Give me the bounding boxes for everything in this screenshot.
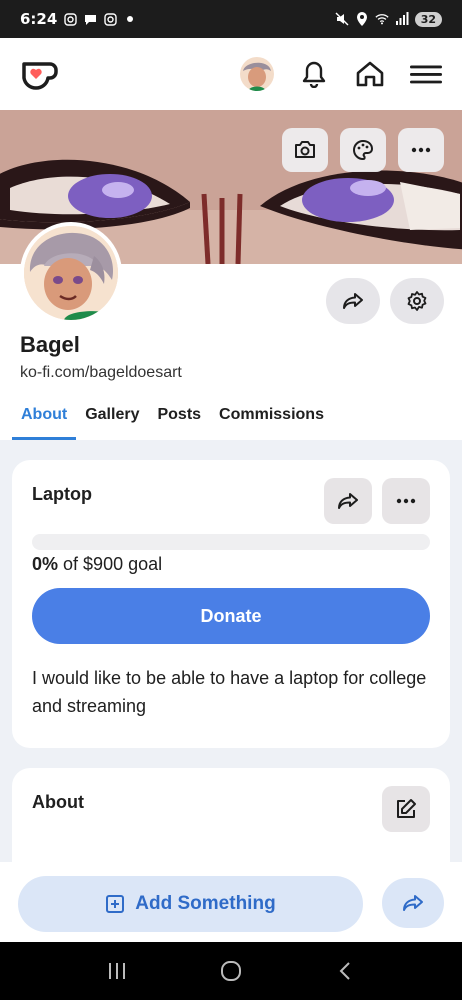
banner-more-button[interactable] <box>398 128 444 172</box>
about-title: About <box>32 792 84 812</box>
share-icon <box>343 293 363 309</box>
goal-more-button[interactable] <box>382 478 430 524</box>
goal-progress-bar <box>32 534 430 550</box>
share-profile-button[interactable] <box>326 278 380 324</box>
bottom-action-bar: Add Something <box>0 862 462 942</box>
tab-gallery[interactable]: Gallery <box>76 398 148 440</box>
goal-percent: 0% <box>32 554 59 574</box>
status-left: 6:24 <box>20 10 137 28</box>
home-icon[interactable] <box>354 58 386 90</box>
more-icon <box>411 147 431 153</box>
more-icon <box>396 498 416 504</box>
back-button[interactable] <box>325 951 365 991</box>
goal-target: of $900 goal <box>63 554 163 574</box>
instagram-icon <box>103 12 117 26</box>
camera-icon <box>295 141 315 158</box>
add-something-button[interactable]: Add Something <box>18 876 363 932</box>
share-goal-button[interactable] <box>324 478 372 524</box>
tab-posts[interactable]: Posts <box>148 398 210 440</box>
banner-actions <box>282 128 444 172</box>
bell-icon[interactable] <box>298 58 330 90</box>
goal-card: Laptop 0% of $900 goal Donate I would li… <box>12 460 450 748</box>
mute-icon <box>335 12 349 26</box>
profile-header: Bagel ko-fi.com/bageldoesart About Galle… <box>0 222 462 440</box>
gear-icon <box>407 291 427 311</box>
profile-avatar[interactable] <box>20 222 122 324</box>
status-bar: 6:24 32 <box>0 0 462 38</box>
palette-button[interactable] <box>340 128 386 172</box>
system-navigation-bar <box>0 942 462 1000</box>
hamburger-menu-icon[interactable] <box>410 58 442 90</box>
recent-apps-button[interactable] <box>97 951 137 991</box>
signal-icon <box>395 12 409 26</box>
chat-icon <box>83 12 97 26</box>
goal-progress-text: 0% of $900 goal <box>32 554 162 575</box>
nav-right <box>240 57 442 91</box>
profile-actions <box>326 278 444 324</box>
home-system-button[interactable] <box>211 951 251 991</box>
top-nav <box>0 38 462 110</box>
palette-icon <box>353 139 374 161</box>
goal-title: Laptop <box>32 484 92 504</box>
location-icon <box>355 12 369 26</box>
camera-button[interactable] <box>282 128 328 172</box>
avatar[interactable] <box>240 57 274 91</box>
share-icon <box>338 493 358 509</box>
kofi-logo-icon[interactable] <box>20 54 60 94</box>
battery-indicator: 32 <box>414 11 442 27</box>
edit-icon <box>397 799 416 818</box>
share-icon <box>403 895 423 911</box>
wifi-icon <box>375 12 389 26</box>
back-chevron-icon <box>339 962 350 980</box>
add-something-label: Add Something <box>135 893 276 914</box>
instagram-icon <box>63 12 77 26</box>
status-right: 32 <box>335 11 442 27</box>
recents-icon <box>109 963 125 979</box>
share-fab-button[interactable] <box>382 878 444 928</box>
goal-description: I would like to be able to have a laptop… <box>32 668 427 716</box>
edit-about-button[interactable] <box>382 786 430 832</box>
settings-button[interactable] <box>390 278 444 324</box>
profile-url[interactable]: ko-fi.com/bageldoesart <box>20 364 182 382</box>
plus-square-icon <box>106 895 125 913</box>
profile-tabs: About Gallery Posts Commissions <box>12 398 333 440</box>
tab-commissions[interactable]: Commissions <box>210 398 333 440</box>
tab-about[interactable]: About <box>12 398 77 440</box>
status-time: 6:24 <box>20 10 58 28</box>
donate-button[interactable]: Donate <box>32 588 430 644</box>
home-circle-icon <box>221 961 241 981</box>
notification-dot-icon <box>123 12 137 26</box>
profile-name: Bagel <box>20 332 80 357</box>
